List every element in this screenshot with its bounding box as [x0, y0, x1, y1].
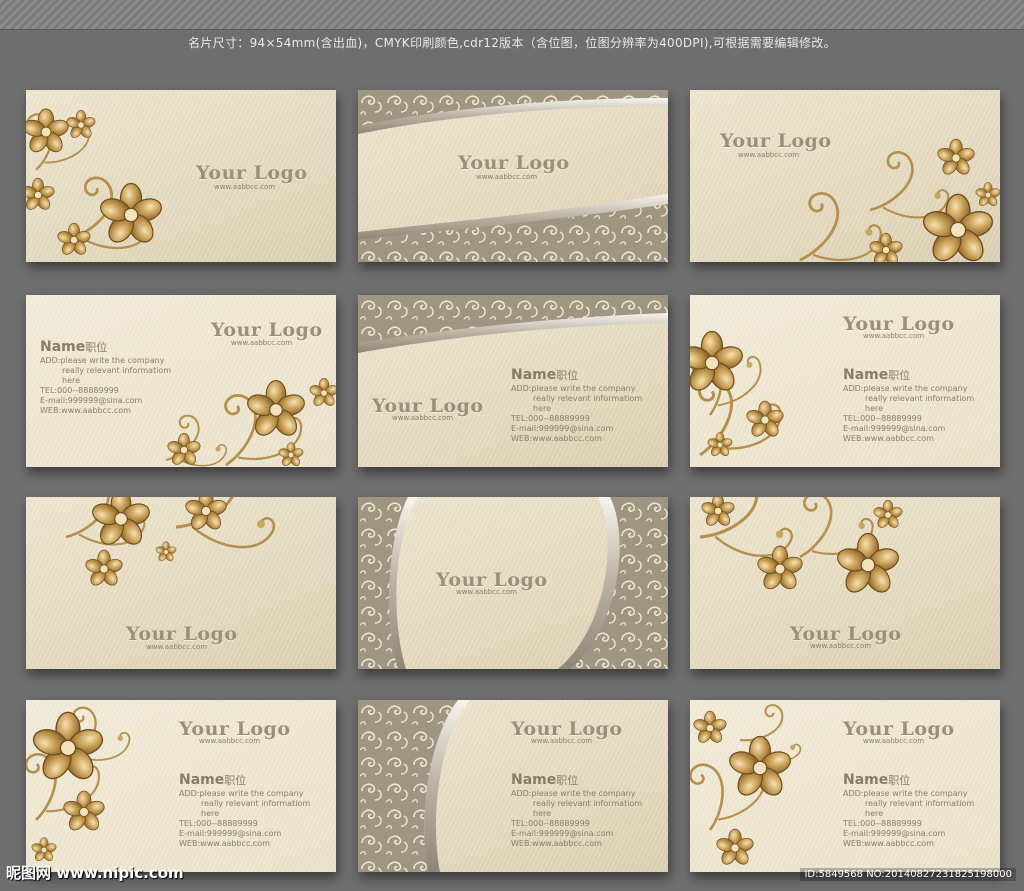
business-card-7[interactable]: Your Logo www.aabbcc.com: [26, 497, 336, 669]
address-line: really relevant informatiom: [865, 394, 975, 403]
logo-text: Your Logo: [458, 152, 570, 174]
address-line: really relevant informatiom: [62, 366, 172, 375]
tel-line: TEL:000--88889999: [511, 414, 590, 423]
logo-text: Your Logo: [211, 319, 323, 341]
website-text: www.aabbcc.com: [863, 737, 925, 745]
tel-line: TEL:000--88889999: [843, 819, 922, 828]
email-line: E-mail:999999@sina.com: [40, 396, 143, 405]
web-line: WEB:www.aabbcc.com: [40, 406, 131, 415]
name-line: Name职位: [40, 339, 108, 355]
email-line: E-mail:999999@sina.com: [179, 829, 282, 838]
website-text: www.aabbcc.com: [476, 173, 538, 181]
tel-line: TEL:000--88889999: [843, 414, 922, 423]
business-card-8[interactable]: Your Logo www.aabbcc.com: [358, 497, 668, 669]
business-card-10[interactable]: Your Logo www.aabbcc.com Name职位 ADD:plea…: [26, 700, 336, 872]
contact-block: Name职位 ADD:please write the company real…: [511, 772, 642, 849]
business-card-5[interactable]: Your Logo www.aabbcc.com Name职位 ADD:plea…: [358, 295, 668, 467]
business-card-11[interactable]: Your Logo www.aabbcc.com Name职位 ADD:plea…: [358, 700, 668, 872]
logo-text: Your Logo: [126, 623, 238, 645]
name-line: Name职位: [179, 772, 247, 788]
website-text: www.aabbcc.com: [146, 643, 208, 651]
email-line: E-mail:999999@sina.com: [511, 424, 614, 433]
email-line: E-mail:999999@sina.com: [843, 829, 946, 838]
tel-line: TEL:000--88889999: [179, 819, 258, 828]
web-line: WEB:www.aabbcc.com: [843, 434, 934, 443]
website-text: www.aabbcc.com: [199, 737, 261, 745]
website-text: www.aabbcc.com: [214, 183, 276, 191]
address-line: ADD:please write the company: [40, 356, 165, 365]
top-pattern-band: [0, 0, 1024, 30]
address-line: ADD:please write the company: [179, 789, 304, 798]
tel-line: TEL:000--88889999: [511, 819, 590, 828]
website-text: www.aabbcc.com: [738, 151, 800, 159]
business-card-12[interactable]: Your Logo www.aabbcc.com Name职位 ADD:plea…: [690, 700, 1000, 872]
site-watermark: 昵图网 www.nipic.com: [6, 864, 184, 882]
image-id-text: ID:5849568 NO:20140827231825198000: [800, 868, 1016, 881]
business-card-4[interactable]: Your Logo www.aabbcc.com Name职位 ADD:plea…: [26, 295, 336, 467]
business-card-3[interactable]: Your Logo www.aabbcc.com: [690, 90, 1000, 262]
contact-block: Name职位 ADD:please write the company real…: [843, 367, 974, 444]
web-line: WEB:www.aabbcc.com: [511, 434, 602, 443]
logo-text: Your Logo: [720, 130, 832, 152]
address-line: here: [62, 376, 81, 385]
name-line: Name职位: [843, 367, 911, 383]
web-line: WEB:www.aabbcc.com: [843, 839, 934, 848]
contact-block: Name职位 ADD:please write the company real…: [40, 339, 171, 416]
website-text: www.aabbcc.com: [456, 588, 518, 596]
website-text: www.aabbcc.com: [810, 642, 872, 650]
website-text: www.aabbcc.com: [863, 332, 925, 340]
address-line: here: [533, 404, 552, 413]
contact-block: Name职位 ADD:please write the company real…: [511, 367, 642, 444]
name-line: Name职位: [511, 367, 579, 383]
address-line: really relevant informatiom: [533, 394, 643, 403]
website-text: www.aabbcc.com: [531, 737, 593, 745]
email-line: E-mail:999999@sina.com: [843, 424, 946, 433]
business-card-2[interactable]: Your Logo www.aabbcc.com: [358, 90, 668, 262]
website-text: www.aabbcc.com: [231, 339, 293, 347]
spec-header: 名片尺寸：94×54mm(含出血)，CMYK印刷颜色,cdr12版本（含位图，位…: [188, 36, 836, 50]
business-card-9[interactable]: Your Logo www.aabbcc.com: [690, 497, 1000, 669]
website-text: www.aabbcc.com: [392, 414, 454, 422]
logo-text: Your Logo: [196, 162, 308, 184]
contact-block: Name职位 ADD:please write the company real…: [843, 772, 974, 849]
address-line: here: [201, 809, 220, 818]
address-line: really relevant informatiom: [533, 799, 643, 808]
email-line: E-mail:999999@sina.com: [511, 829, 614, 838]
address-line: here: [865, 404, 884, 413]
address-line: here: [865, 809, 884, 818]
web-line: WEB:www.aabbcc.com: [511, 839, 602, 848]
business-card-1[interactable]: Your Logo www.aabbcc.com: [26, 90, 336, 262]
address-line: here: [533, 809, 552, 818]
address-line: really relevant informatiom: [865, 799, 975, 808]
business-card-6[interactable]: Your Logo www.aabbcc.com Name职位 ADD:plea…: [690, 295, 1000, 467]
tel-line: TEL:000--88889999: [40, 386, 119, 395]
name-line: Name职位: [511, 772, 579, 788]
address-line: ADD:please write the company: [843, 789, 968, 798]
address-line: ADD:please write the company: [843, 384, 968, 393]
address-line: ADD:please write the company: [511, 789, 636, 798]
address-line: ADD:please write the company: [511, 384, 636, 393]
floral-ornament: [787, 138, 1000, 262]
name-line: Name职位: [843, 772, 911, 788]
contact-block: Name职位 ADD:please write the company real…: [179, 772, 310, 849]
web-line: WEB:www.aabbcc.com: [179, 839, 270, 848]
address-line: really relevant informatiom: [201, 799, 311, 808]
